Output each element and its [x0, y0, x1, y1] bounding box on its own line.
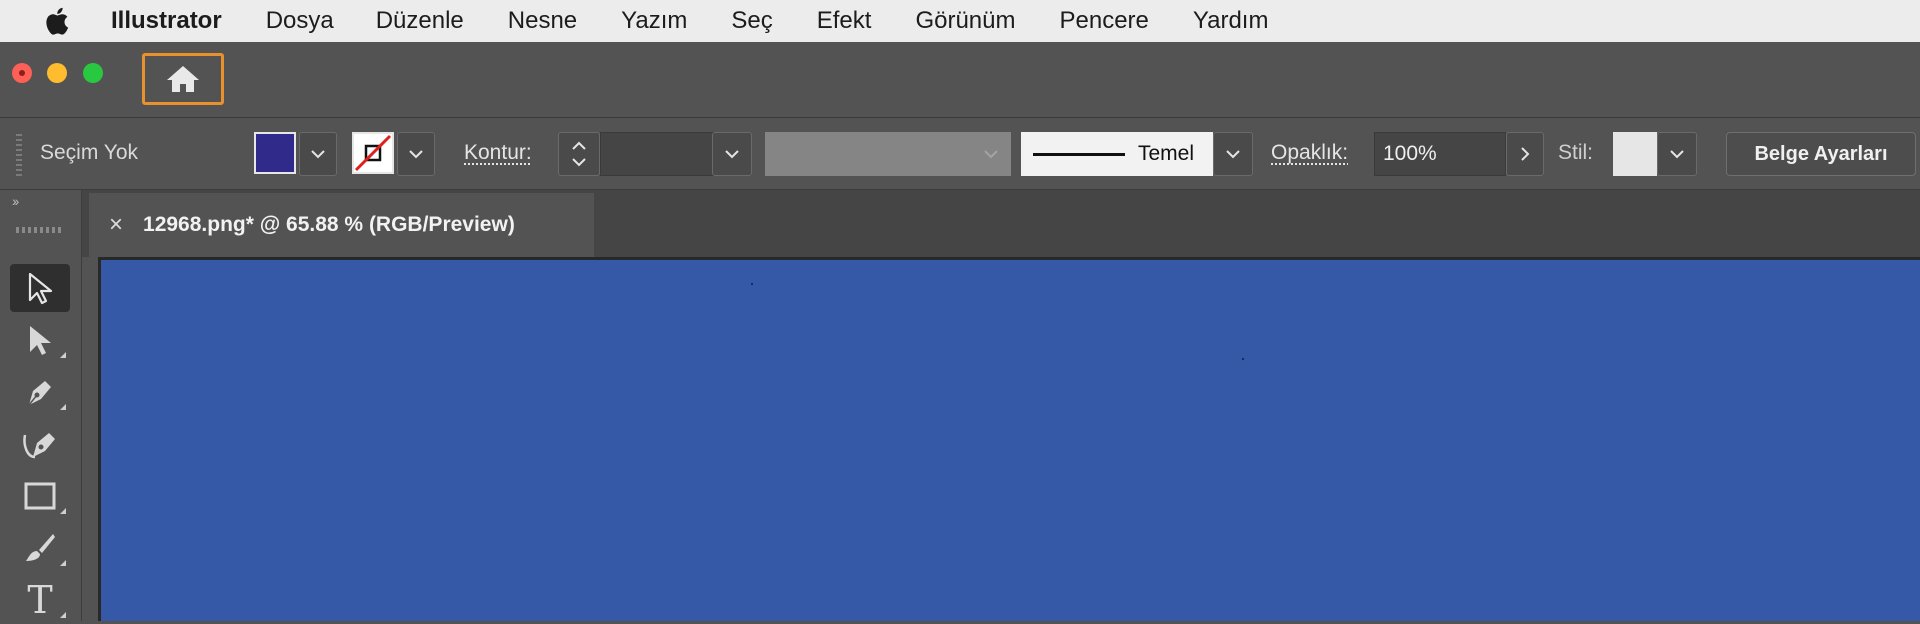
selection-status: Seçim Yok	[40, 141, 139, 164]
curvature-pen-icon	[23, 433, 55, 459]
menu-pencere[interactable]: Pencere	[1060, 7, 1149, 35]
document-tab[interactable]: × 12968.png* @ 65.88 % (RGB/Preview)	[89, 193, 594, 257]
menu-bar: Illustrator Dosya Düzenle Nesne Yazım Se…	[0, 0, 1920, 42]
paintbrush-icon	[26, 534, 55, 561]
brush-definition-field[interactable]: Temel	[1021, 132, 1213, 176]
brush-stroke-preview	[1033, 152, 1125, 156]
canvas-speck	[1242, 358, 1244, 360]
opacity-input[interactable]: 100%	[1374, 132, 1506, 176]
menu-duzenle[interactable]: Düzenle	[376, 7, 464, 35]
control-bar-grip[interactable]	[16, 134, 22, 176]
menu-app-illustrator[interactable]: Illustrator	[111, 7, 222, 35]
direct-selection-arrow-icon	[30, 326, 51, 355]
home-icon	[167, 66, 199, 92]
window-close-button[interactable]	[12, 63, 32, 83]
opacity-label[interactable]: Opaklık:	[1271, 141, 1348, 165]
rectangle-tool[interactable]	[10, 472, 70, 520]
menu-yardim[interactable]: Yardım	[1193, 7, 1269, 35]
stroke-weight-dropdown[interactable]	[712, 132, 752, 176]
document-tab-bar: × 12968.png* @ 65.88 % (RGB/Preview)	[82, 190, 1920, 257]
stroke-weight-input[interactable]	[600, 132, 714, 176]
chevron-down-icon	[572, 158, 586, 167]
graphic-style-swatch[interactable]	[1613, 132, 1657, 176]
canvas-speck	[751, 283, 753, 285]
chevron-right-icon	[1521, 147, 1530, 161]
apple-logo-icon[interactable]	[43, 6, 69, 36]
menu-yazim[interactable]: Yazım	[621, 7, 687, 35]
variable-width-dropdown[interactable]	[971, 132, 1011, 176]
opacity-expand-button[interactable]	[1506, 132, 1544, 176]
window-title-bar	[0, 42, 1920, 118]
brush-definition-label: Temel	[1138, 142, 1195, 165]
chevron-down-icon	[725, 150, 739, 159]
control-bar: Seçim Yok Kontur: Temel Opaklık: 100% St…	[0, 118, 1920, 190]
style-label: Stil:	[1558, 141, 1594, 164]
stroke-weight-label[interactable]: Kontur:	[464, 141, 532, 165]
panel-collapse-icon[interactable]: ››	[12, 193, 19, 209]
menu-efekt[interactable]: Efekt	[817, 7, 872, 35]
tool-flyout-indicator	[60, 404, 66, 410]
chevron-down-icon	[311, 150, 325, 159]
document-setup-button[interactable]: Belge Ayarları	[1726, 132, 1916, 176]
type-icon: T	[27, 578, 53, 622]
stroke-weight-stepper[interactable]	[558, 132, 600, 176]
chevron-down-icon	[409, 150, 423, 159]
chevron-up-icon	[572, 141, 586, 150]
tool-flyout-indicator	[60, 612, 66, 618]
artboard-canvas[interactable]	[98, 257, 1920, 621]
menu-sec[interactable]: Seç	[731, 7, 772, 35]
type-tool[interactable]: T	[10, 576, 70, 624]
brush-definition-dropdown[interactable]	[1213, 132, 1253, 176]
stroke-none-icon	[354, 134, 392, 172]
stroke-dropdown-button[interactable]	[397, 132, 435, 176]
pen-icon	[28, 381, 51, 406]
selection-arrow-icon	[28, 272, 53, 305]
menu-dosya[interactable]: Dosya	[266, 7, 334, 35]
graphic-style-dropdown[interactable]	[1657, 132, 1697, 176]
document-tab-title: 12968.png* @ 65.88 % (RGB/Preview)	[143, 213, 515, 236]
window-zoom-button[interactable]	[83, 63, 103, 83]
tool-flyout-indicator	[60, 560, 66, 566]
chevron-down-icon	[1226, 150, 1240, 159]
tool-flyout-indicator	[60, 508, 66, 514]
chevron-down-icon	[1670, 150, 1684, 159]
rectangle-icon	[24, 482, 56, 510]
stroke-swatch[interactable]	[352, 132, 394, 174]
fill-dropdown-button[interactable]	[299, 132, 337, 176]
tools-panel-grip[interactable]	[16, 227, 62, 233]
menu-nesne[interactable]: Nesne	[508, 7, 577, 35]
window-minimize-button[interactable]	[47, 63, 67, 83]
curvature-tool[interactable]	[10, 420, 70, 468]
tools-panel: ›› T	[0, 190, 82, 621]
close-icon[interactable]: ×	[109, 211, 123, 239]
tool-flyout-indicator	[60, 352, 66, 358]
pen-tool[interactable]	[10, 368, 70, 416]
home-button[interactable]	[142, 53, 224, 105]
menu-gorunum[interactable]: Görünüm	[915, 7, 1015, 35]
direct-selection-tool[interactable]	[10, 316, 70, 364]
chevron-down-icon	[984, 150, 998, 159]
fill-swatch[interactable]	[254, 132, 296, 174]
variable-width-profile[interactable]	[765, 132, 971, 176]
selection-tool[interactable]	[10, 264, 70, 312]
paintbrush-tool[interactable]	[10, 524, 70, 572]
